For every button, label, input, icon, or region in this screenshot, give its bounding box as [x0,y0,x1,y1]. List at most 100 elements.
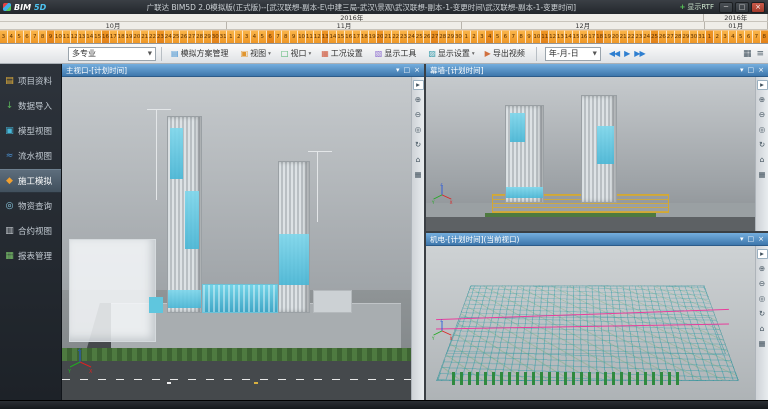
timeline-day-cell[interactable]: 2 [471,30,479,43]
minimize-button[interactable]: ─ [719,2,733,13]
toolbar-button[interactable]: □ 视口 ▾ [277,46,315,62]
viewport-tool-icon[interactable]: ◎ [757,125,768,135]
timeline-day-cell[interactable]: 13 [322,30,330,43]
viewport-tool-icon[interactable]: ⊖ [757,110,768,120]
viewport-tool-icon[interactable]: ⊖ [413,110,424,120]
timeline-day-cell[interactable]: 25 [416,30,424,43]
sidebar-item[interactable]: ▤ 项目资料 [0,69,61,93]
timeline-day-cell[interactable]: 26 [180,30,188,43]
viewport-tool-icon[interactable]: ▦ [757,339,768,349]
timeline-day-cell[interactable]: 24 [165,30,173,43]
timeline-day-cell[interactable]: 17 [353,30,361,43]
timeline-day-cell[interactable]: 4 [251,30,259,43]
viewport-menu-icon[interactable]: ▾ [740,66,744,74]
timeline-day-cell[interactable]: 2 [235,30,243,43]
timeline-month[interactable]: 10月 [0,22,227,29]
viewport-tool-icon[interactable]: ⊕ [413,95,424,105]
viewport-tool-icon[interactable]: ⊖ [757,279,768,289]
toolbar-right-icon[interactable]: ▦ [743,49,752,59]
timeline-day-cell[interactable]: 17 [588,30,596,43]
timeline-day-cell[interactable]: 24 [408,30,416,43]
timeline-day-cell[interactable]: 16 [580,30,588,43]
show-rtf-button[interactable]: + 显示RTF [676,2,717,12]
timeline-day-cell[interactable]: 16 [102,30,110,43]
timeline-month[interactable]: 12月 [462,22,705,29]
timeline-day-cell[interactable]: 4 [8,30,16,43]
timeline-day-cell[interactable]: 10 [55,30,63,43]
timeline-day-cell[interactable]: 29 [447,30,455,43]
viewport-curtain-titlebar[interactable]: 幕墙-[计划时间] ▾ □ × [426,64,768,77]
timeline-day-cell[interactable]: 30 [212,30,220,43]
timeline-day-cell[interactable]: 26 [659,30,667,43]
timeline-day-cell[interactable]: 4 [486,30,494,43]
timeline-day-cell[interactable]: 1 [706,30,714,43]
viewport-curtain-canvas[interactable]: Z X Y ▸⊕⊖◎↻⌂▦ [426,77,768,231]
timeline-day-cell[interactable]: 2 [714,30,722,43]
playback-button[interactable]: ◀◀ [607,49,621,58]
timeline-day-cell[interactable]: 5 [259,30,267,43]
viewport-tool-icon[interactable]: ⊕ [757,264,768,274]
timeline-day-cell[interactable]: 8 [761,30,768,43]
specialty-dropdown[interactable]: 多专业 ▼ [68,47,156,61]
timeline-day-cell[interactable]: 28 [675,30,683,43]
date-format-dropdown[interactable]: 年-月-日 ▼ [545,47,601,61]
timeline-day-cell[interactable]: 15 [337,30,345,43]
timeline-day-cell[interactable]: 9 [47,30,55,43]
timeline-day-cell[interactable]: 14 [86,30,94,43]
timeline-day-cell[interactable]: 11 [306,30,314,43]
timeline-day-cell[interactable]: 25 [173,30,181,43]
timeline-day-cell[interactable]: 1 [463,30,471,43]
viewport-tool-icon[interactable]: ↻ [757,309,768,319]
timeline-day-cell[interactable]: 31 [698,30,706,43]
timeline-day-cell[interactable]: 16 [345,30,353,43]
timeline-day-cell[interactable]: 27 [431,30,439,43]
timeline-day-cell[interactable]: 27 [667,30,675,43]
viewport-tool-icon[interactable]: ▸ [757,249,768,259]
sidebar-item[interactable]: ▣ 模型视图 [0,119,61,143]
timeline-day-cell[interactable]: 14 [565,30,573,43]
toolbar-right-icon[interactable]: ≡ [756,49,764,59]
timeline-day-cell[interactable]: 12 [314,30,322,43]
viewport-menu-icon[interactable]: ▾ [396,66,400,74]
viewport-tool-icon[interactable]: ▸ [413,80,424,90]
timeline-day-cell[interactable]: 23 [157,30,165,43]
timeline-day-cell[interactable]: 28 [439,30,447,43]
timeline-day-cell[interactable]: 3 [722,30,730,43]
timeline-day-cell[interactable]: 30 [690,30,698,43]
viewport-restore-icon[interactable]: □ [748,235,755,243]
timeline-day-cell[interactable]: 13 [78,30,86,43]
timeline-day-cell[interactable]: 10 [533,30,541,43]
timeline-day-cell[interactable]: 22 [149,30,157,43]
timeline-day-cell[interactable]: 5 [494,30,502,43]
viewport-restore-icon[interactable]: □ [748,66,755,74]
timeline-day-cell[interactable]: 5 [737,30,745,43]
timeline-day-cell[interactable]: 21 [620,30,628,43]
timeline-day-cell[interactable]: 17 [110,30,118,43]
timeline-day-cell[interactable]: 3 [0,30,8,43]
toolbar-button[interactable]: ▣ 视图 ▾ [237,46,275,62]
viewport-tool-icon[interactable]: ▸ [757,80,768,90]
viewport-mep-titlebar[interactable]: 机电-[计划时间](当前视口) ▾ □ × [426,233,768,246]
toolbar-button[interactable]: ▦ 工况设置 [317,46,369,62]
timeline-day-cell[interactable]: 25 [651,30,659,43]
timeline-day-cell[interactable]: 29 [682,30,690,43]
timeline-day-cell[interactable]: 23 [400,30,408,43]
viewport-tool-icon[interactable]: ↻ [757,140,768,150]
timeline-day-cell[interactable]: 30 [455,30,463,43]
viewport-tool-icon[interactable]: ⊕ [757,95,768,105]
timeline-day-cell[interactable]: 6 [502,30,510,43]
timeline-month[interactable]: 01月 [705,22,768,29]
timeline-day-cell[interactable]: 10 [298,30,306,43]
viewport-tool-icon[interactable]: ◎ [413,125,424,135]
viewport-tool-icon[interactable]: ⌂ [757,324,768,334]
timeline-day-cell[interactable]: 7 [510,30,518,43]
timeline-day-cell[interactable]: 7 [31,30,39,43]
viewport-menu-icon[interactable]: ▾ [740,235,744,243]
timeline-day-cell[interactable]: 4 [729,30,737,43]
sidebar-item[interactable]: ◆ 施工模拟 [0,169,61,193]
timeline-day-cell[interactable]: 7 [753,30,761,43]
timeline-day-cell[interactable]: 11 [63,30,71,43]
viewport-mep-canvas[interactable]: Z X Y ▸⊕⊖◎↻⌂▦ [426,246,768,400]
timeline-day-cell[interactable]: 18 [361,30,369,43]
timeline-day-cell[interactable]: 13 [557,30,565,43]
